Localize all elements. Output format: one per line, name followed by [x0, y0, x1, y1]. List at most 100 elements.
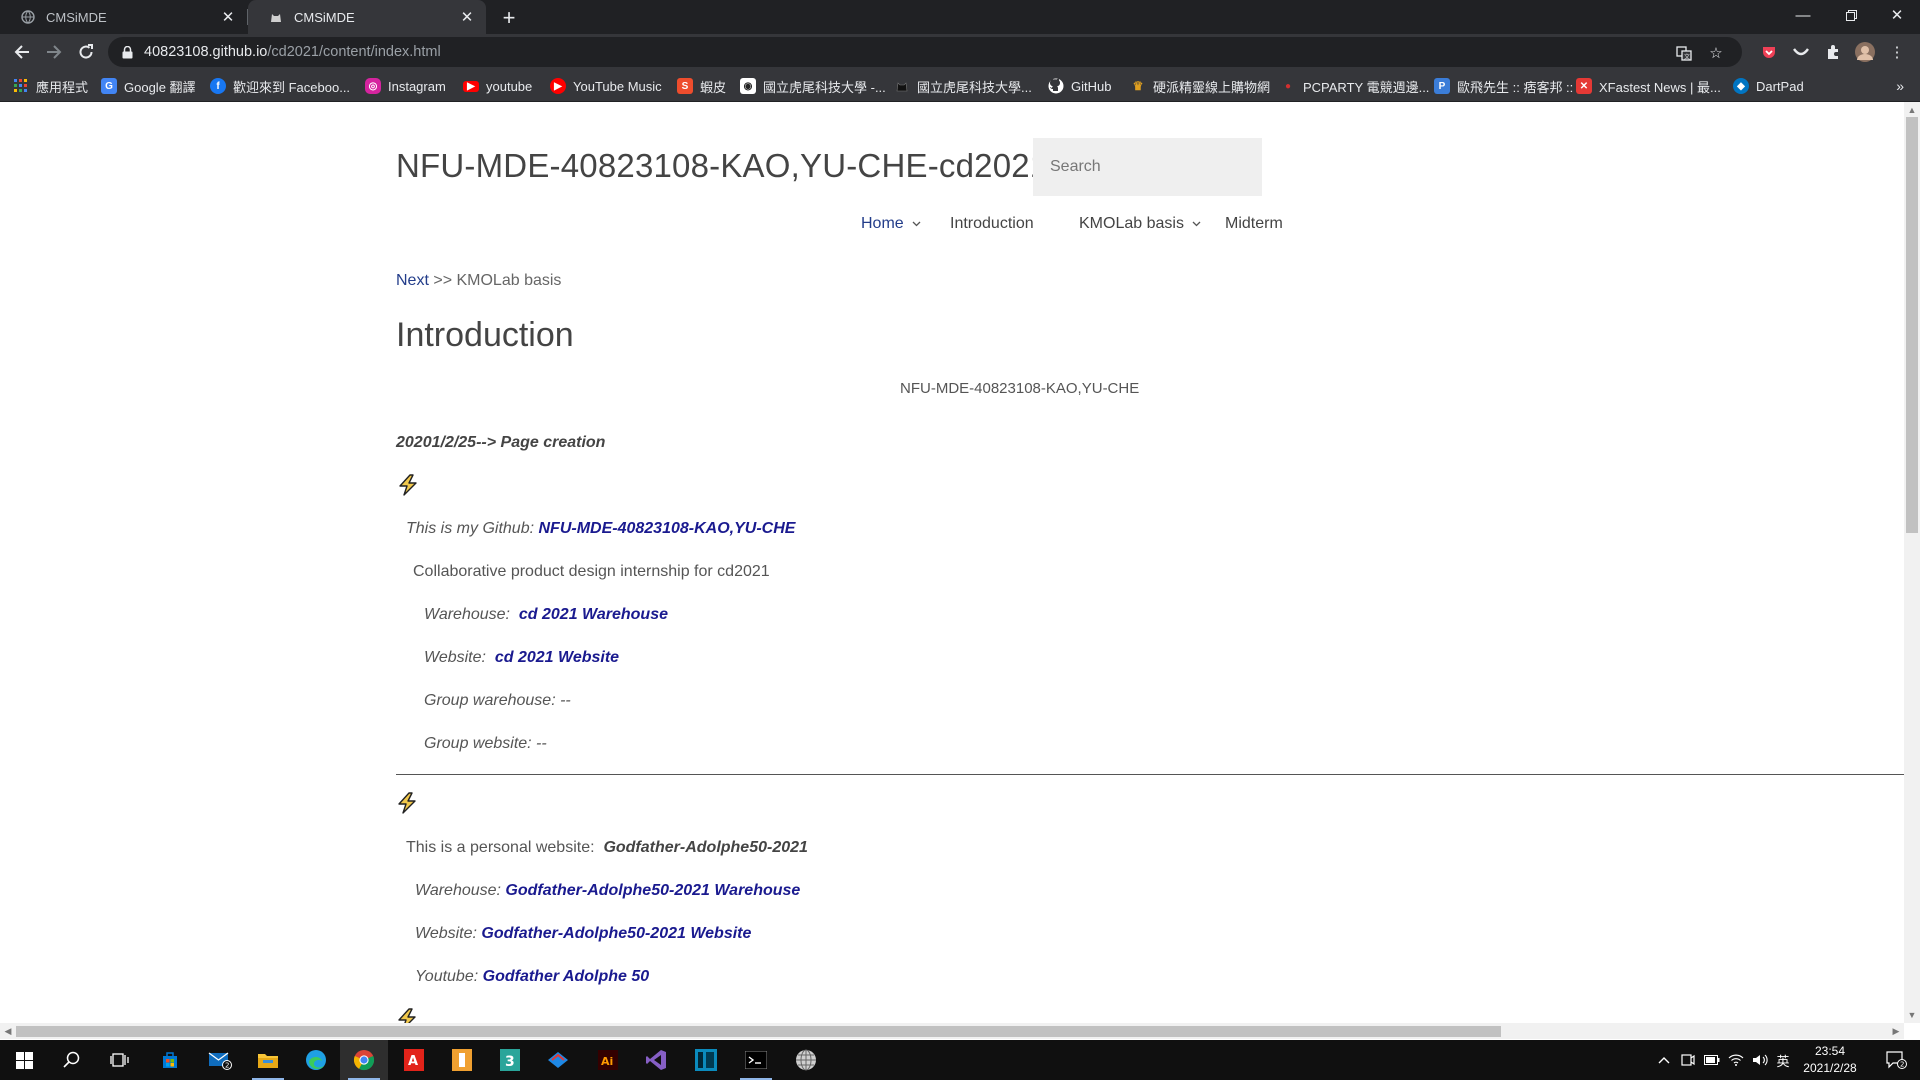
search-input[interactable]: [1033, 138, 1262, 196]
mail-icon[interactable]: 2: [196, 1040, 244, 1080]
solidworks-icon[interactable]: [534, 1040, 582, 1080]
site-title[interactable]: NFU-MDE-40823108-KAO,YU-CHE-cd2021: [396, 147, 1048, 185]
volume-icon[interactable]: [1748, 1040, 1772, 1080]
scroll-left-icon[interactable]: ◀: [0, 1023, 16, 1039]
restore-window-icon[interactable]: [1828, 0, 1874, 30]
youtube-link[interactable]: Godfather Adolphe 50: [483, 968, 650, 985]
puzzle-extensions-icon[interactable]: [1822, 41, 1844, 63]
close-window-icon[interactable]: ✕: [1874, 0, 1920, 30]
browser-tab[interactable]: CMSiMDE ✕: [0, 0, 247, 34]
bookmark-label: 蝦皮: [700, 79, 727, 95]
new-tab-icon[interactable]: +: [496, 5, 522, 31]
search-icon[interactable]: [48, 1040, 96, 1080]
bookmark-item[interactable]: ◆ DartPad: [1733, 70, 1804, 102]
jetbrains-icon[interactable]: [682, 1040, 730, 1080]
bookmark-item[interactable]: ♛ 硬派精靈線上購物網: [1130, 70, 1270, 102]
chrome-taskbar-icon[interactable]: [340, 1040, 388, 1080]
nav-home[interactable]: Home: [861, 215, 921, 233]
bookmark-item[interactable]: G Google 翻譯: [101, 70, 196, 102]
translate-icon[interactable]: 文: [1674, 43, 1694, 63]
website-label: Website:: [424, 649, 491, 666]
meet-now-icon[interactable]: [1676, 1040, 1700, 1080]
scroll-up-icon[interactable]: ▲: [1904, 102, 1920, 118]
section-divider: [396, 774, 1904, 775]
bookmark-label: 國立虎尾科技大學 -...: [763, 79, 886, 95]
bookmark-label: 硬派精靈線上購物網: [1153, 79, 1271, 95]
store-icon[interactable]: [146, 1040, 194, 1080]
app-3-icon[interactable]: 3: [486, 1040, 534, 1080]
horizontal-scroll-thumb[interactable]: [16, 1026, 1501, 1037]
battery-icon[interactable]: [1700, 1040, 1724, 1080]
show-hidden-icons-icon[interactable]: [1652, 1040, 1676, 1080]
address-bar[interactable]: 40823108.github.io/cd2021/content/index.…: [108, 37, 1742, 67]
tab-title: CMSiMDE: [46, 9, 107, 25]
bookmark-item[interactable]: ▶ YouTube Music: [550, 70, 662, 102]
illustrator-icon[interactable]: Ai: [584, 1040, 632, 1080]
personal-website-line: This is a personal website: Godfather-Ad…: [406, 839, 808, 857]
reload-icon[interactable]: [72, 38, 100, 66]
personal-warehouse-line: Warehouse: Godfather-Adolphe50-2021 Ware…: [415, 882, 800, 900]
close-tab-icon[interactable]: ✕: [219, 8, 237, 26]
creation-date: 20201/2/25--> Page creation: [396, 434, 605, 452]
ime-indicator[interactable]: 英: [1772, 1040, 1794, 1080]
bookmark-item[interactable]: S 蝦皮: [677, 70, 726, 102]
minimize-icon[interactable]: —: [1780, 0, 1826, 30]
nav-label: Midterm: [1225, 215, 1283, 232]
bookmark-item[interactable]: ✕ XFastest News | 最...: [1576, 70, 1721, 102]
personal-label: This is a personal website:: [406, 839, 599, 856]
task-view-icon[interactable]: [96, 1040, 144, 1080]
bookmark-item[interactable]: 應用程式: [13, 70, 88, 102]
chrome-menu-icon[interactable]: ⋮: [1886, 41, 1908, 63]
bookmark-item[interactable]: ◉ 國立虎尾科技大學 -...: [740, 70, 886, 102]
personal-warehouse-link[interactable]: Godfather-Adolphe50-2021 Warehouse: [505, 882, 800, 899]
lock-icon[interactable]: [120, 45, 134, 59]
website-link[interactable]: cd 2021 Website: [495, 649, 619, 666]
bookmark-label: PCPARTY 電競週邊...: [1303, 79, 1430, 95]
forward-arrow-icon[interactable]: [40, 38, 68, 66]
mail-badge: 2: [225, 1062, 229, 1070]
office-app-icon[interactable]: [438, 1040, 486, 1080]
globe-app-icon[interactable]: [782, 1040, 830, 1080]
bookmark-item[interactable]: ▶ youtube: [463, 70, 532, 102]
visual-studio-icon[interactable]: [632, 1040, 680, 1080]
edge-icon[interactable]: [292, 1040, 340, 1080]
bookmark-star-icon[interactable]: ☆: [1706, 43, 1726, 63]
profile-avatar-icon[interactable]: [1854, 41, 1876, 63]
bookmark-item[interactable]: P 歐飛先生 :: 痞客邦 ::: [1434, 70, 1573, 102]
acrobat-icon[interactable]: A: [390, 1040, 438, 1080]
extension-icon[interactable]: [1790, 41, 1812, 63]
xfastest-icon: ✕: [1576, 78, 1592, 94]
breadcrumb-text: >> KMOLab basis: [428, 272, 562, 289]
windows-start-icon[interactable]: [0, 1040, 48, 1080]
scroll-down-icon[interactable]: ▼: [1904, 1007, 1920, 1023]
browser-tab-active[interactable]: CMSiMDE ✕: [248, 0, 486, 34]
bookmark-item[interactable]: ◎ Instagram: [365, 70, 446, 102]
system-clock[interactable]: 23:54 2021/2/28: [1794, 1041, 1866, 1079]
wifi-icon[interactable]: [1724, 1040, 1748, 1080]
terminal-icon[interactable]: [732, 1040, 780, 1080]
back-arrow-icon[interactable]: [8, 38, 36, 66]
bookmark-item[interactable]: f 歡迎來到 Faceboo...: [210, 70, 350, 102]
github-link[interactable]: NFU-MDE-40823108-KAO,YU-CHE: [538, 520, 795, 537]
scroll-right-icon[interactable]: ▶: [1888, 1023, 1904, 1039]
bookmark-item[interactable]: 國立虎尾科技大學...: [894, 70, 1032, 102]
page-content: NFU-MDE-40823108-KAO,YU-CHE-cd2021 Home …: [0, 102, 1904, 1023]
personal-warehouse-label: Warehouse:: [415, 882, 506, 899]
nav-introduction[interactable]: Introduction: [950, 215, 1034, 233]
group-website-text: Group website: --: [424, 735, 547, 752]
personal-site-link[interactable]: Godfather-Adolphe50-2021 Website: [481, 925, 751, 942]
warehouse-link[interactable]: cd 2021 Warehouse: [519, 606, 668, 623]
bookmark-label: 歐飛先生 :: 痞客邦 ::: [1457, 79, 1574, 95]
nav-kmolab-basis[interactable]: KMOLab basis: [1079, 215, 1201, 233]
github-line: This is my Github: NFU-MDE-40823108-KAO,…: [406, 520, 795, 538]
pocket-extension-icon[interactable]: [1758, 41, 1780, 63]
vertical-scroll-thumb[interactable]: [1906, 117, 1918, 533]
bookmark-item[interactable]: ● PCPARTY 電競週邊...: [1280, 70, 1429, 102]
close-tab-icon[interactable]: ✕: [458, 8, 476, 26]
file-explorer-icon[interactable]: [244, 1040, 292, 1080]
bookmark-item[interactable]: GitHub: [1048, 70, 1111, 102]
more-bookmarks-icon[interactable]: »: [1896, 70, 1904, 102]
notification-center-icon[interactable]: 2: [1872, 1040, 1920, 1080]
nav-midterm[interactable]: Midterm: [1225, 215, 1283, 233]
next-link[interactable]: Next: [396, 272, 429, 289]
